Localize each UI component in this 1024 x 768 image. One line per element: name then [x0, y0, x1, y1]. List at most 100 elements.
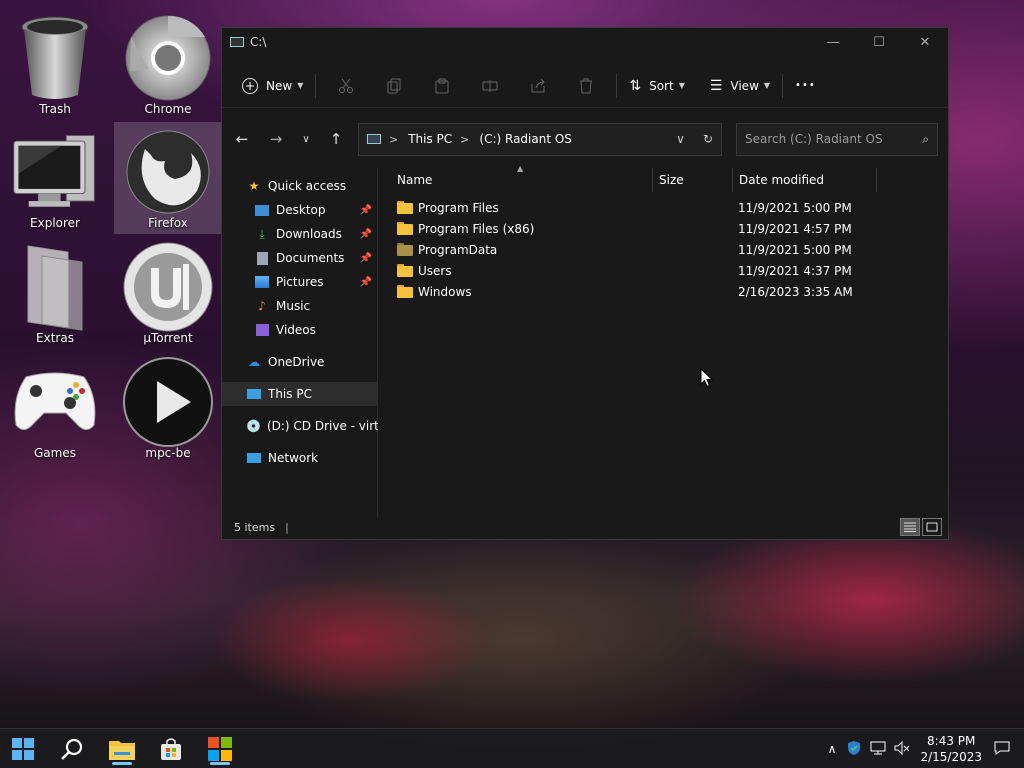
table-row[interactable]: Users 11/9/2021 4:37 PM	[379, 261, 948, 282]
view-button[interactable]: ☰ View ▼	[704, 70, 776, 102]
nav-label: OneDrive	[268, 355, 325, 369]
up-button[interactable]: ↑	[320, 123, 352, 155]
nav-documents[interactable]: Documents 📌	[254, 246, 376, 270]
status-bar: 5 items |	[222, 515, 948, 539]
nav-onedrive[interactable]: ☁ OneDrive	[246, 350, 376, 374]
nav-label: Downloads	[276, 227, 342, 241]
large-icons-view-icon[interactable]	[922, 518, 942, 536]
forward-button[interactable]: →	[260, 123, 292, 155]
command-bar: + New ▼ ⇅ Sort ▼ ☰ View ▼ •••	[222, 64, 948, 108]
disc-drive-icon: 💿	[246, 419, 261, 433]
copy-icon[interactable]	[370, 70, 418, 102]
nav-network[interactable]: Network	[246, 446, 376, 470]
table-row[interactable]: Program Files (x86) 11/9/2021 4:57 PM	[379, 219, 948, 240]
file-name: Program Files	[418, 201, 499, 215]
chevron-down-icon[interactable]: ∨	[676, 132, 685, 146]
computer-icon	[367, 134, 381, 144]
nav-downloads[interactable]: ⤓ Downloads 📌	[254, 222, 376, 246]
network-status-icon[interactable]	[870, 740, 886, 759]
details-view-icon[interactable]	[900, 518, 920, 536]
nav-this-pc[interactable]: This PC	[222, 382, 378, 406]
nav-pictures[interactable]: Pictures 📌	[254, 270, 376, 294]
desktop-icon-utorrent[interactable]: µTorrent	[114, 237, 222, 349]
more-button[interactable]: •••	[789, 70, 822, 102]
desktop-icon-chrome[interactable]: Chrome	[114, 8, 222, 120]
delete-icon[interactable]	[562, 70, 610, 102]
play-icon	[123, 357, 213, 447]
sort-button[interactable]: ⇅ Sort ▼	[623, 70, 691, 102]
nav-quick-access[interactable]: ★ Quick access	[246, 174, 376, 198]
nav-label: (D:) CD Drive - virtio	[266, 419, 378, 433]
address-bar[interactable]: > This PC > (C:) Radiant OS ∨ ↻	[358, 122, 722, 156]
nav-desktop[interactable]: Desktop 📌	[254, 198, 376, 222]
start-button[interactable]	[3, 733, 43, 765]
table-row[interactable]: Windows 2/16/2023 3:35 AM	[379, 282, 948, 303]
refresh-icon[interactable]: ↻	[703, 132, 713, 146]
pin-icon[interactable]: 📌	[360, 229, 372, 240]
new-button[interactable]: + New ▼	[236, 70, 309, 102]
maximize-button[interactable]: ☐	[856, 28, 902, 56]
trash-icon	[10, 14, 100, 102]
back-button[interactable]: ←	[226, 123, 258, 155]
taskbar-microsoft-app[interactable]	[200, 733, 240, 765]
mouse-cursor-icon	[700, 367, 714, 392]
breadcrumb-c-drive[interactable]: (C:) Radiant OS	[479, 132, 572, 146]
volume-muted-icon[interactable]	[894, 740, 910, 759]
breadcrumb-separator: >	[389, 132, 399, 146]
column-size[interactable]: Size	[653, 168, 733, 192]
breadcrumb-this-pc[interactable]: This PC	[408, 132, 452, 146]
table-row[interactable]: ProgramData 11/9/2021 5:00 PM	[379, 240, 948, 261]
column-date-modified[interactable]: Date modified	[733, 168, 877, 192]
folder-icon	[397, 264, 413, 277]
desktop-icon-mpc-be[interactable]: mpc-be	[114, 352, 222, 464]
nav-label: Music	[276, 299, 311, 313]
search-icon: ⌕	[922, 131, 929, 146]
file-date: 11/9/2021 5:00 PM	[738, 201, 852, 215]
pin-icon[interactable]: 📌	[360, 205, 372, 216]
show-hidden-icons-icon[interactable]: ∧	[828, 742, 837, 756]
taskbar: ∧ 8:43 PM 2/15/2023	[0, 728, 1024, 768]
toolbar-divider	[782, 73, 784, 98]
nav-label: Desktop	[276, 203, 326, 217]
desktop-icon-games[interactable]: Games	[1, 352, 109, 464]
close-button[interactable]: ✕	[902, 28, 948, 56]
file-rows: Program Files 11/9/2021 5:00 PM Program …	[379, 198, 948, 303]
desktop-icon-trash[interactable]: Trash	[1, 8, 109, 120]
pin-icon[interactable]: 📌	[360, 277, 372, 288]
download-icon: ⤓	[259, 226, 265, 241]
column-name[interactable]: Name	[391, 168, 653, 192]
taskbar-store[interactable]	[151, 733, 191, 765]
file-date: 11/9/2021 4:57 PM	[738, 222, 852, 236]
taskbar-file-explorer[interactable]	[102, 733, 142, 765]
paste-icon[interactable]	[418, 70, 466, 102]
file-name: Windows	[418, 285, 472, 299]
file-name: Program Files (x86)	[418, 222, 535, 236]
microsoft-logo-icon	[208, 737, 232, 761]
desktop-icon-extras[interactable]: Extras	[1, 237, 109, 349]
nav-music[interactable]: ♪ Music	[254, 294, 376, 318]
search-box[interactable]: Search (C:) Radiant OS ⌕	[736, 122, 938, 156]
security-shield-icon[interactable]	[846, 740, 862, 759]
search-button[interactable]	[52, 733, 92, 765]
file-date: 11/9/2021 5:00 PM	[738, 243, 852, 257]
rename-icon[interactable]	[466, 70, 514, 102]
pin-icon[interactable]: 📌	[360, 253, 372, 264]
minimize-button[interactable]: —	[810, 28, 856, 56]
nav-videos[interactable]: Videos	[254, 318, 376, 342]
file-name: Users	[418, 264, 452, 278]
window-controls: — ☐ ✕	[810, 28, 948, 56]
table-row[interactable]: Program Files 11/9/2021 5:00 PM	[379, 198, 948, 219]
nav-cd-drive[interactable]: 💿 (D:) CD Drive - virtio	[246, 414, 378, 438]
file-explorer-window[interactable]: C:\ — ☐ ✕ + New ▼ ⇅ Sort ▼ ☰ View ▼ ••• …	[221, 27, 949, 540]
notifications-icon[interactable]	[994, 740, 1010, 759]
clock[interactable]: 8:43 PM 2/15/2023	[920, 733, 982, 765]
desktop-icon-label: Extras	[36, 331, 74, 345]
desktop-icon-explorer[interactable]: Explorer	[1, 122, 109, 234]
file-date: 2/16/2023 3:35 AM	[738, 285, 853, 299]
recent-locations-button[interactable]: ∨	[290, 123, 322, 155]
nav-label: Videos	[276, 323, 316, 337]
cut-icon[interactable]	[322, 70, 370, 102]
desktop-icon-firefox[interactable]: Firefox	[114, 122, 222, 234]
share-icon[interactable]	[514, 70, 562, 102]
nav-label: This PC	[268, 387, 312, 401]
